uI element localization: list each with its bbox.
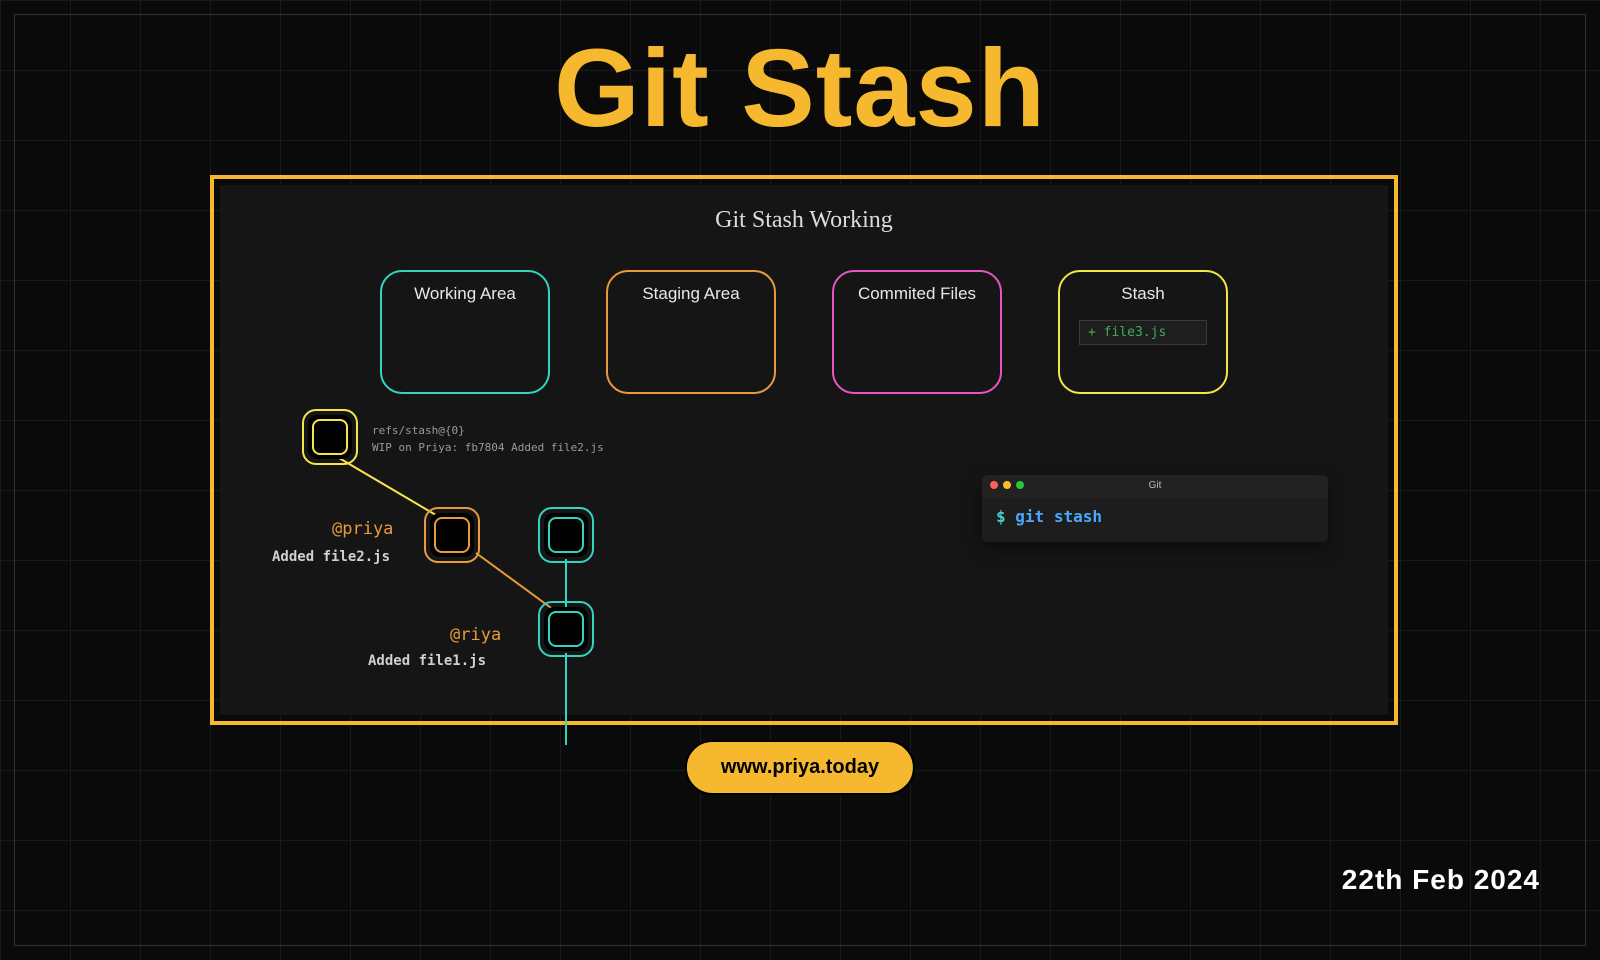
area-commited: Commited Files: [832, 270, 1002, 394]
stash-file-name: file3.js: [1104, 325, 1167, 340]
area-stash: Stash + file3.js: [1058, 270, 1228, 394]
terminal-titlebar: Git: [982, 475, 1328, 497]
site-badge: www.priya.today: [685, 740, 915, 795]
maximize-icon: [1016, 481, 1024, 489]
node-riya-upper: [544, 513, 588, 557]
sublabel-riya: Added file1.js: [368, 653, 486, 669]
label-riya: @riya: [450, 625, 501, 645]
stash-ref-line2: WIP on Priya: fb7804 Added file2.js: [372, 440, 604, 457]
diagram-panel: Git Stash Working Working Area Staging A…: [210, 175, 1398, 725]
stash-ref-text: refs/stash@{0} WIP on Priya: fb7804 Adde…: [372, 423, 604, 456]
area-working-label: Working Area: [414, 284, 516, 304]
area-stash-label: Stash: [1121, 284, 1164, 304]
area-staging: Staging Area: [606, 270, 776, 394]
page-title: Git Stash: [0, 0, 1600, 144]
terminal-prompt: $: [996, 507, 1006, 526]
node-stash: [308, 415, 352, 459]
graph-edges: [280, 415, 800, 735]
node-priya: [430, 513, 474, 557]
footer-date: 22th Feb 2024: [1342, 864, 1540, 896]
terminal-window: Git $ git stash: [982, 475, 1328, 542]
sublabel-priya: Added file2.js: [272, 549, 390, 565]
area-staging-label: Staging Area: [642, 284, 739, 304]
minimize-icon: [1003, 481, 1011, 489]
areas-row: Working Area Staging Area Commited Files…: [220, 270, 1388, 394]
terminal-title: Git: [1149, 480, 1162, 491]
label-priya: @priya: [332, 519, 393, 539]
stash-file-entry: + file3.js: [1079, 320, 1207, 345]
terminal-command: git stash: [1015, 507, 1102, 526]
diagram-heading: Git Stash Working: [220, 207, 1388, 234]
plus-icon: +: [1088, 325, 1104, 340]
area-commited-label: Commited Files: [858, 284, 976, 304]
area-working: Working Area: [380, 270, 550, 394]
stash-ref-line1: refs/stash@{0}: [372, 423, 604, 440]
terminal-body: $ git stash: [982, 497, 1328, 542]
commit-graph: refs/stash@{0} WIP on Priya: fb7804 Adde…: [280, 415, 800, 735]
close-icon: [990, 481, 998, 489]
node-riya-lower: [544, 607, 588, 651]
traffic-lights: [990, 481, 1024, 489]
